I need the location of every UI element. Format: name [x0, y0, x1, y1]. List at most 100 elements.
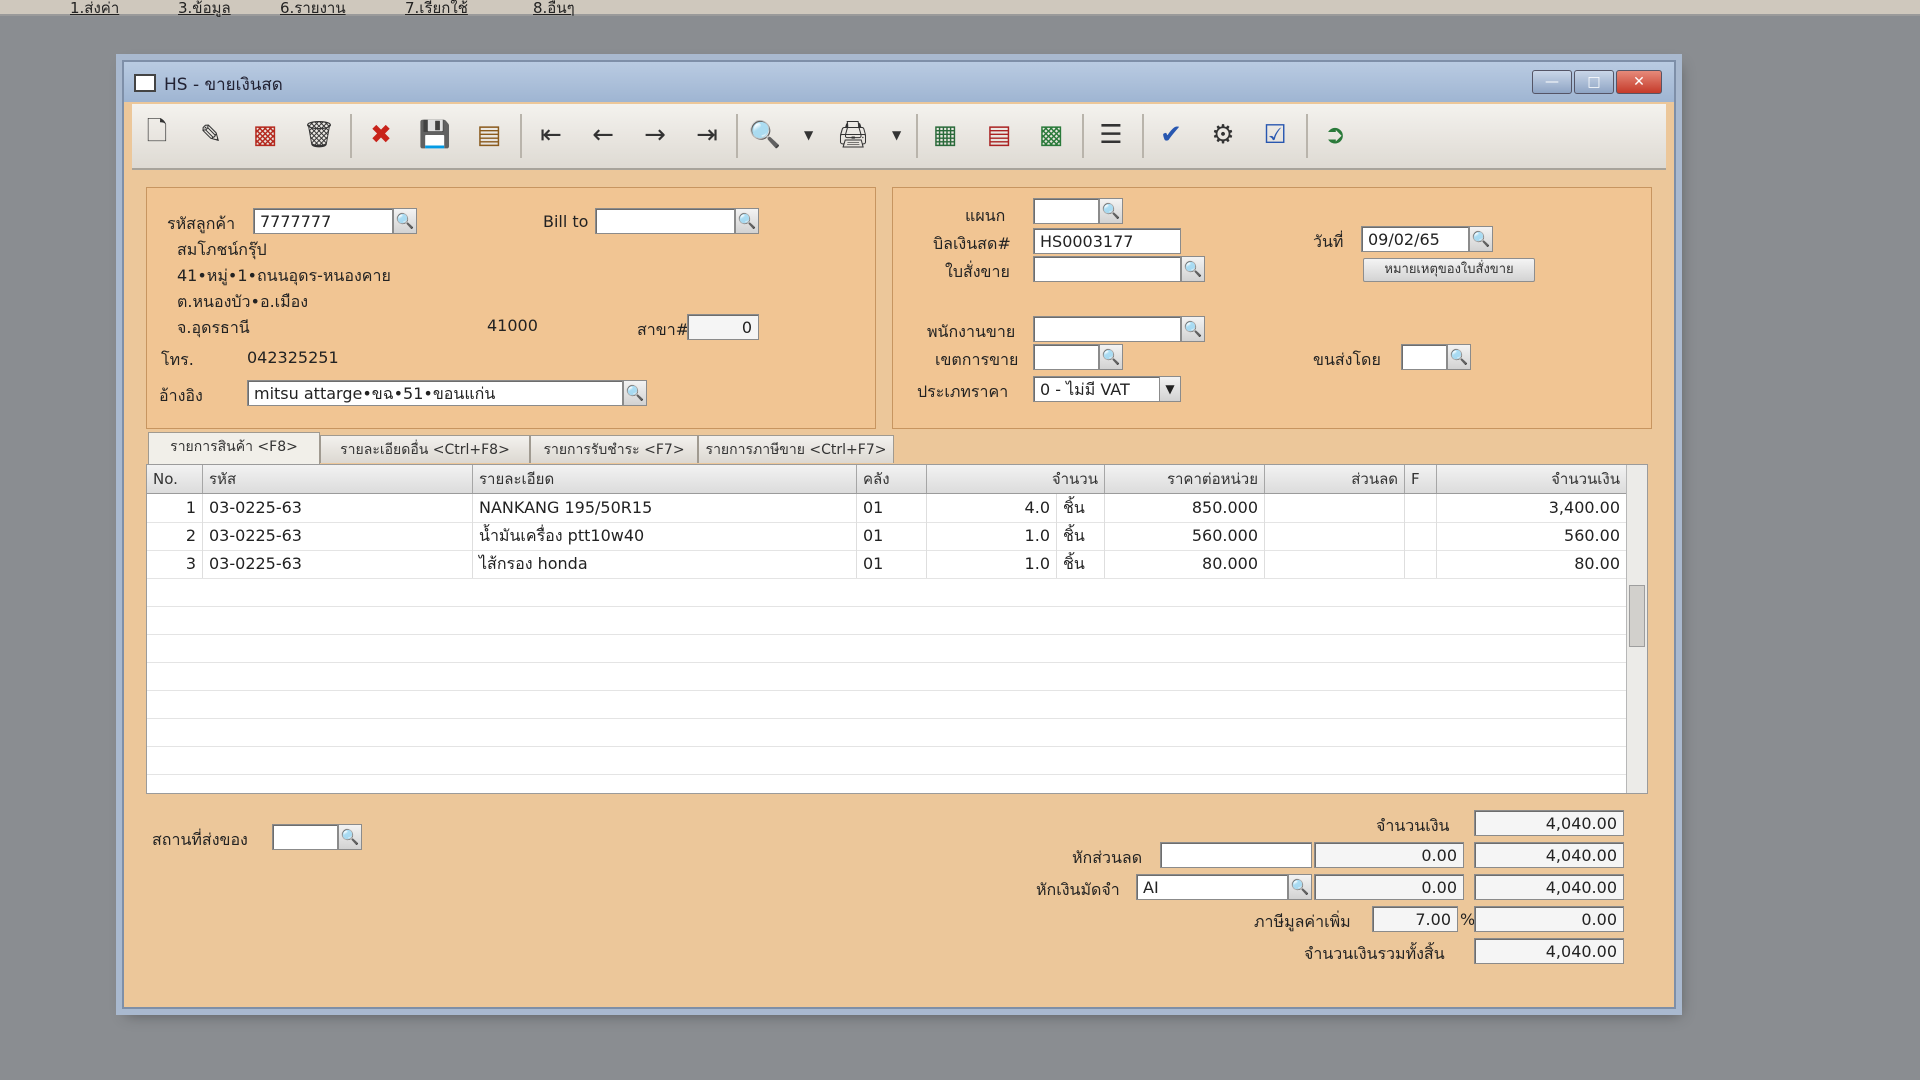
void-icon[interactable]: ▩ — [244, 114, 286, 156]
sales-order-search-icon[interactable]: 🔍 — [1181, 256, 1205, 282]
menu-item[interactable]: 6.รายงาน — [280, 0, 346, 20]
date-input[interactable]: 09/02/65 — [1361, 226, 1469, 252]
branch-input[interactable]: 0 — [687, 314, 759, 340]
print-icon[interactable]: 🖨 — [832, 114, 874, 156]
table-row[interactable]: 2 03-0225-63 น้ำมันเครื่อง ptt10w40 01 1… — [147, 522, 1627, 551]
menu-item[interactable]: 3.ข้อมูล — [178, 0, 231, 20]
scrollbar-thumb[interactable] — [1629, 585, 1645, 647]
prev-icon[interactable]: ← — [582, 114, 624, 156]
cell-description[interactable]: น้ำมันเครื่อง ptt10w40 — [473, 522, 857, 550]
cell-f[interactable] — [1405, 494, 1437, 522]
form-icon[interactable]: ▤ — [978, 114, 1020, 156]
save-icon[interactable]: 💾 — [414, 114, 456, 156]
approve-icon[interactable]: ✔ — [1150, 114, 1192, 156]
copy-icon[interactable]: ▤ — [468, 114, 510, 156]
customer-code-input[interactable]: 7777777 — [253, 208, 393, 234]
date-picker-icon[interactable]: 🔍 — [1469, 226, 1493, 252]
chevron-down-icon[interactable]: ▼ — [1159, 376, 1181, 402]
list-icon[interactable]: ☰ — [1090, 114, 1132, 156]
column-header-unit-price[interactable]: ราคาต่อหน่วย — [1105, 465, 1265, 493]
minimize-button[interactable]: — — [1532, 70, 1572, 94]
maximize-button[interactable]: □ — [1574, 70, 1614, 94]
cell-f[interactable] — [1405, 522, 1437, 550]
title-bar[interactable]: HS - ขายเงินสด — □ ✕ — [124, 62, 1674, 102]
column-header-amount[interactable]: จำนวนเงิน — [1437, 465, 1627, 493]
report-icon[interactable]: ▩ — [1030, 114, 1072, 156]
table-row[interactable] — [147, 718, 1627, 747]
deposit-value-input[interactable]: 0.00 — [1314, 874, 1464, 900]
reference-search-icon[interactable]: 🔍 — [623, 380, 647, 406]
deposit-code-input[interactable]: AI — [1136, 874, 1288, 900]
cell-description[interactable]: ไส้กรอง honda — [473, 550, 857, 578]
preview-dropdown-icon[interactable]: ▼ — [804, 128, 813, 142]
column-header-description[interactable]: รายละเอียด — [473, 465, 857, 493]
table-row[interactable]: 1 03-0225-63 NANKANG 195/50R15 01 4.0 ชิ… — [147, 494, 1627, 523]
ship-by-search-icon[interactable]: 🔍 — [1447, 344, 1471, 370]
vat-rate-input[interactable]: 7.00 — [1372, 906, 1458, 932]
menu-item[interactable]: 7.เรียกใช้ — [405, 0, 468, 20]
table-row[interactable] — [147, 578, 1627, 607]
table-row[interactable] — [147, 690, 1627, 719]
tab-items[interactable]: รายการสินค้า <F8> — [148, 432, 320, 464]
cell-discount[interactable] — [1265, 550, 1405, 578]
cell-unit-price[interactable]: 850.000 — [1105, 494, 1265, 522]
cell-warehouse[interactable]: 01 — [857, 494, 927, 522]
first-icon[interactable]: ⇤ — [530, 114, 572, 156]
discount-text-input[interactable] — [1160, 842, 1312, 868]
cell-unit-price[interactable]: 560.000 — [1105, 522, 1265, 550]
cell-f[interactable] — [1405, 550, 1437, 578]
check-icon[interactable]: ⚙ — [1202, 114, 1244, 156]
cell-discount[interactable] — [1265, 494, 1405, 522]
ok-icon[interactable]: ☑ — [1254, 114, 1296, 156]
billto-input[interactable] — [595, 208, 735, 234]
edit-icon[interactable]: ✎ — [190, 114, 232, 156]
delivery-place-input[interactable] — [272, 824, 338, 850]
delivery-place-search-icon[interactable]: 🔍 — [338, 824, 362, 850]
delete-icon[interactable]: 🗑 — [298, 114, 340, 156]
close-button[interactable]: ✕ — [1616, 70, 1662, 94]
column-header-warehouse[interactable]: คลัง — [857, 465, 927, 493]
sales-area-input[interactable] — [1033, 344, 1099, 370]
cell-quantity[interactable]: 1.0 — [927, 550, 1057, 578]
next-icon[interactable]: → — [634, 114, 676, 156]
salesperson-input[interactable] — [1033, 316, 1181, 342]
cell-warehouse[interactable]: 01 — [857, 522, 927, 550]
column-header-quantity[interactable]: จำนวน — [927, 465, 1105, 493]
discount-value-input[interactable]: 0.00 — [1314, 842, 1464, 868]
column-header-code[interactable]: รหัส — [203, 465, 473, 493]
table-row[interactable] — [147, 662, 1627, 691]
sales-area-search-icon[interactable]: 🔍 — [1099, 344, 1123, 370]
salesperson-search-icon[interactable]: 🔍 — [1181, 316, 1205, 342]
menu-item[interactable]: 8.อื่นๆ — [533, 0, 575, 20]
reference-input[interactable]: mitsu attarge•ขฉ•51•ขอนแก่น — [247, 380, 623, 406]
cell-discount[interactable] — [1265, 522, 1405, 550]
print-dropdown-icon[interactable]: ▼ — [892, 128, 901, 142]
table-row[interactable] — [147, 606, 1627, 635]
column-header-no[interactable]: No. — [147, 465, 203, 493]
table-row[interactable] — [147, 634, 1627, 663]
menu-item[interactable]: 1.ส่งค่า — [70, 0, 119, 20]
cell-description[interactable]: NANKANG 195/50R15 — [473, 494, 857, 522]
cell-quantity[interactable]: 4.0 — [927, 494, 1057, 522]
cancel-icon[interactable]: ✖ — [360, 114, 402, 156]
tab-sales-tax[interactable]: รายการภาษีขาย <Ctrl+F7> — [698, 435, 894, 463]
calc-icon[interactable]: ▦ — [924, 114, 966, 156]
bill-number-input[interactable]: HS0003177 — [1033, 228, 1181, 254]
cell-code[interactable]: 03-0225-63 — [203, 522, 473, 550]
exit-icon[interactable]: ➲ — [1314, 114, 1356, 156]
last-icon[interactable]: ⇥ — [686, 114, 728, 156]
department-search-icon[interactable]: 🔍 — [1099, 198, 1123, 224]
cell-unit-price[interactable]: 80.000 — [1105, 550, 1265, 578]
order-note-button[interactable]: หมายเหตุของใบสั่งขาย — [1363, 258, 1535, 282]
preview-icon[interactable]: 🔍 — [744, 114, 786, 156]
table-scrollbar[interactable] — [1626, 465, 1647, 793]
cell-quantity[interactable]: 1.0 — [927, 522, 1057, 550]
billto-search-icon[interactable]: 🔍 — [735, 208, 759, 234]
tab-other-details[interactable]: รายละเอียดอื่น <Ctrl+F8> — [320, 435, 530, 463]
cell-code[interactable]: 03-0225-63 — [203, 494, 473, 522]
department-input[interactable] — [1033, 198, 1099, 224]
ship-by-input[interactable] — [1401, 344, 1447, 370]
customer-search-icon[interactable]: 🔍 — [393, 208, 417, 234]
items-table[interactable]: No. รหัส รายละเอียด คลัง จำนวน ราคาต่อหน… — [146, 464, 1648, 794]
deposit-search-icon[interactable]: 🔍 — [1288, 874, 1312, 900]
